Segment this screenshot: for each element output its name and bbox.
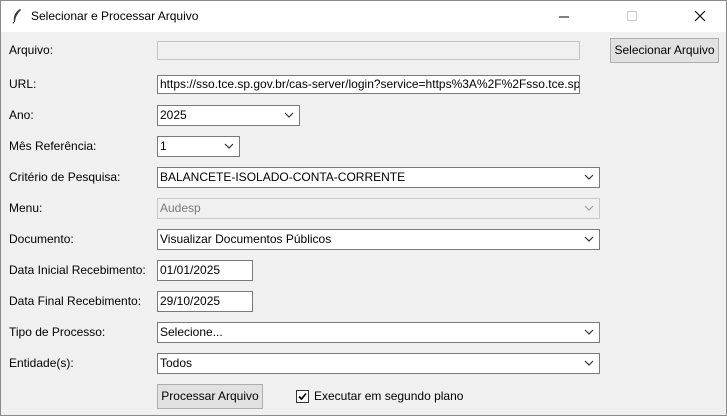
ano-combobox[interactable]: 2025: [157, 105, 300, 126]
tipo-processo-label: Tipo de Processo:: [9, 325, 106, 339]
ano-label: Ano:: [9, 108, 34, 122]
chevron-down-icon: [584, 174, 594, 180]
chevron-down-icon: [584, 236, 594, 242]
feather-icon: [10, 8, 24, 24]
arquivo-label: Arquivo:: [9, 43, 54, 57]
chevron-down-icon: [284, 112, 294, 118]
mes-referencia-combobox[interactable]: 1: [157, 136, 240, 157]
maximize-button[interactable]: [610, 1, 656, 32]
chevron-down-icon: [584, 329, 594, 335]
chevron-down-icon: [584, 360, 594, 366]
menu-value: Audesp: [160, 201, 201, 215]
documento-label: Documento:: [9, 232, 74, 246]
selecionar-arquivo-button[interactable]: Selecionar Arquivo: [610, 38, 719, 63]
data-final-label: Data Final Recebimento:: [9, 294, 142, 308]
documento-combobox[interactable]: Visualizar Documentos Públicos: [157, 229, 600, 250]
menu-label: Menu:: [9, 201, 43, 215]
segundo-plano-checkbox[interactable]: [296, 390, 309, 403]
mes-referencia-label: Mês Referência:: [9, 139, 97, 153]
close-icon: [694, 10, 706, 22]
data-final-field[interactable]: 29/10/2025: [157, 291, 253, 312]
app-window: Selecionar e Processar Arquivo Arquivo: …: [0, 0, 727, 416]
data-inicial-field[interactable]: 01/01/2025: [157, 260, 253, 281]
tipo-processo-value: Selecione...: [160, 325, 223, 339]
documento-value: Visualizar Documentos Públicos: [160, 232, 332, 246]
title-bar[interactable]: Selecionar e Processar Arquivo: [1, 1, 726, 32]
url-label: URL:: [9, 77, 37, 91]
menu-combobox: Audesp: [157, 198, 600, 219]
close-button[interactable]: [678, 1, 724, 32]
entidades-combobox[interactable]: Todos: [157, 353, 600, 374]
window-title: Selecionar e Processar Arquivo: [31, 9, 199, 23]
maximize-icon: [627, 11, 637, 21]
entidades-value: Todos: [160, 356, 193, 370]
mes-referencia-value: 1: [160, 139, 167, 153]
criterio-pesquisa-label: Critério de Pesquisa:: [9, 170, 121, 184]
url-field[interactable]: https://sso.tce.sp.gov.br/cas-server/log…: [157, 75, 580, 94]
criterio-pesquisa-value: BALANCETE-ISOLADO-CONTA-CORRENTE: [160, 170, 406, 184]
chevron-down-icon: [584, 205, 594, 211]
ano-value: 2025: [160, 108, 187, 122]
minimize-button[interactable]: [542, 1, 588, 32]
criterio-pesquisa-combobox[interactable]: BALANCETE-ISOLADO-CONTA-CORRENTE: [157, 167, 600, 188]
segundo-plano-label[interactable]: Executar em segundo plano: [314, 389, 463, 403]
chevron-down-icon: [224, 143, 234, 149]
checkmark-icon: [298, 392, 307, 401]
data-inicial-label: Data Inicial Recebimento:: [9, 263, 146, 277]
processar-arquivo-button[interactable]: Processar Arquivo: [157, 384, 263, 409]
arquivo-field[interactable]: [157, 41, 580, 60]
minimize-icon: [559, 16, 569, 18]
entidades-label: Entidade(s):: [9, 356, 74, 370]
tipo-processo-combobox[interactable]: Selecione...: [157, 322, 600, 343]
